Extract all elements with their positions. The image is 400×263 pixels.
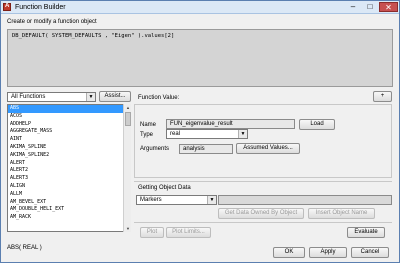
arguments-label: Arguments (140, 146, 170, 152)
window-title: Function Builder (15, 4, 66, 11)
title-bar[interactable]: A Function Builder – □ ✕ (1, 1, 399, 14)
expression-editor[interactable]: DB_DEFAULT( SYSTEM_DEFAULTS , "Eigen" ).… (7, 29, 393, 87)
function-builder-window: A Function Builder – □ ✕ Create or modif… (0, 0, 400, 263)
type-select[interactable]: real ▼ (166, 129, 248, 139)
divider (134, 222, 392, 223)
type-value: real (170, 131, 181, 137)
category-value: All Functions (11, 94, 46, 100)
function-list-item[interactable]: AKIMA_SPLINE (8, 144, 130, 152)
chevron-down-icon: ▼ (238, 130, 247, 138)
cancel-button[interactable]: Cancel (351, 247, 389, 258)
minimize-button[interactable]: – (345, 2, 361, 12)
function-list-item[interactable]: ALERT2 (8, 167, 130, 175)
scroll-down-icon[interactable]: ▼ (124, 225, 132, 232)
name-field[interactable]: FUN_eigenvalue_result (166, 119, 295, 129)
function-signature: ABS( REAL ) (7, 245, 42, 251)
apply-button[interactable]: Apply (309, 247, 347, 258)
load-button[interactable]: Load (299, 119, 335, 130)
type-label: Type (140, 132, 154, 138)
prompt-label: Create or modify a function object (7, 19, 97, 25)
function-list-item[interactable]: ADDHELP (8, 121, 130, 129)
evaluate-button[interactable]: Evaluate (347, 227, 385, 238)
object-name-field[interactable] (218, 195, 392, 205)
function-list-item[interactable]: ALLM (8, 191, 130, 199)
object-type-select[interactable]: Markers ▼ (136, 195, 217, 205)
name-label: Name (140, 122, 157, 128)
divider (134, 181, 392, 182)
function-list[interactable]: ABS ACOS ADDHELP AGGREGATE_MASS AINT AKIMA_SP… (7, 104, 131, 232)
plot-limits-button[interactable]: Plot Limits... (166, 227, 211, 238)
category-select[interactable]: All Functions ▼ (7, 92, 96, 102)
function-list-item[interactable]: AM_DOUBLE_HELI_EXT (8, 206, 130, 214)
plot-button[interactable]: Plot (140, 227, 164, 238)
function-list-item[interactable]: AINT (8, 136, 130, 144)
arguments-field[interactable]: analysis (179, 144, 233, 154)
function-list-item[interactable]: AKIMA_SPLINE2 (8, 152, 130, 160)
function-list-item[interactable]: ALERT3 (8, 175, 130, 183)
assist-button[interactable]: Assist... (99, 91, 131, 102)
function-list-item[interactable]: AM_BEVEL_EXT (8, 199, 130, 207)
chevron-down-icon: ▼ (207, 196, 216, 204)
function-list-item[interactable]: AM_RACK (8, 214, 130, 222)
object-type-value: Markers (140, 197, 162, 203)
assumed-values-button[interactable]: Assumed Values... (236, 143, 300, 154)
function-list-item[interactable]: AGGREGATE_MASS (8, 128, 130, 136)
maximize-button[interactable]: □ (362, 2, 378, 12)
app-icon: A (3, 3, 11, 11)
object-data-heading: Getting Object Data (138, 185, 191, 191)
insert-object-name-button[interactable]: Insert Object Name (308, 208, 375, 219)
function-list-item[interactable]: ALIGN (8, 183, 130, 191)
function-list-item[interactable]: ALERT (8, 160, 130, 168)
plus-button[interactable]: + (373, 91, 392, 102)
get-data-owned-button[interactable]: Get Data Owned By Object (218, 208, 304, 219)
function-list-scrollbar[interactable]: ▲ ▼ (123, 104, 131, 232)
function-list-item[interactable]: ABS (8, 105, 130, 113)
chevron-down-icon: ▼ (86, 93, 95, 101)
close-button[interactable]: ✕ (379, 2, 398, 12)
function-list-item[interactable]: ACOS (8, 113, 130, 121)
scroll-thumb[interactable] (125, 112, 131, 126)
scroll-up-icon[interactable]: ▲ (124, 104, 132, 111)
function-value-label: Function Value: (138, 95, 180, 101)
ok-button[interactable]: OK (273, 247, 305, 258)
function-definition-panel (134, 104, 392, 178)
